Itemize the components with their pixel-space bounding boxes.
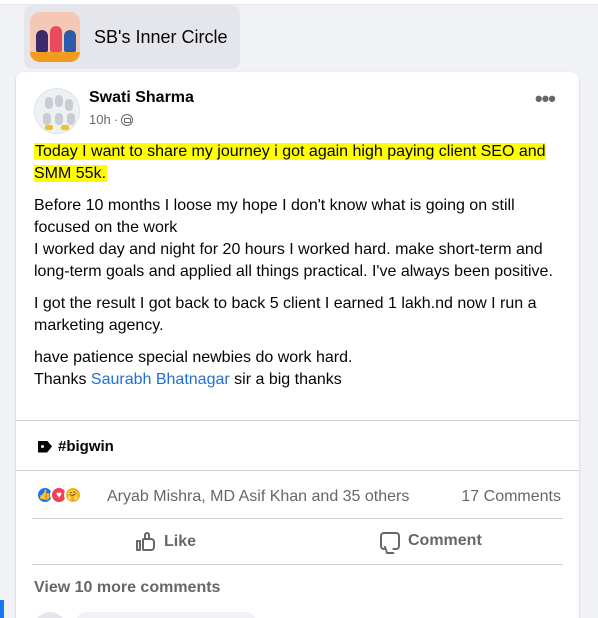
care-reaction-icon: 🤗 xyxy=(64,486,82,504)
highlighted-text: Today I want to share my journey i got a… xyxy=(34,143,546,182)
reaction-summary[interactable]: Aryab Mishra, MD Asif Khan and 35 others xyxy=(107,488,409,506)
comment-button[interactable]: Comment xyxy=(380,532,482,550)
comments-count[interactable]: 17 Comments xyxy=(461,488,561,506)
commenter-avatar[interactable] xyxy=(34,612,66,618)
meta-separator: · xyxy=(113,112,119,127)
post-time[interactable]: 10h xyxy=(89,112,111,127)
author-name[interactable]: Swati Sharma xyxy=(89,89,194,107)
mention-link[interactable]: Saurabh Bhatnagar xyxy=(91,371,230,388)
post-paragraph-2: I got the result I got back to back 5 cl… xyxy=(34,295,537,334)
comment-label: Comment xyxy=(408,532,482,549)
post-body: Today I want to share my journey i got a… xyxy=(34,141,564,391)
audience-icon[interactable] xyxy=(121,113,134,126)
post-paragraph-3-line-2: Thanks Saurabh Bhatnagar sir a big thank… xyxy=(34,369,564,391)
group-avatar[interactable] xyxy=(30,12,80,62)
divider xyxy=(32,564,563,565)
group-name[interactable]: SB's Inner Circle xyxy=(94,27,227,48)
more-options-icon[interactable]: ••• xyxy=(535,88,556,110)
post-highlight-paragraph: Today I want to share my journey i got a… xyxy=(34,141,564,185)
thanks-prefix: Thanks xyxy=(34,371,91,388)
post-paragraph-1: Before 10 months I loose my hope I don't… xyxy=(34,197,553,280)
divider xyxy=(32,518,563,519)
post-paragraph-3: have patience special newbies do work ha… xyxy=(34,347,564,391)
thanks-suffix: sir a big thanks xyxy=(229,371,342,388)
reaction-icons[interactable]: 👍 ♥ 🤗 xyxy=(36,486,82,504)
comment-bubble-icon xyxy=(380,532,400,550)
left-accent-bar xyxy=(0,600,4,618)
divider xyxy=(16,470,579,471)
comment-bubble xyxy=(76,612,256,618)
thumbs-up-icon xyxy=(136,532,156,552)
like-button[interactable]: Like xyxy=(136,532,196,552)
post-meta: 10h · xyxy=(89,112,134,127)
group-header[interactable]: SB's Inner Circle xyxy=(24,5,240,69)
like-label: Like xyxy=(164,533,197,550)
view-more-comments-link[interactable]: View 10 more comments xyxy=(34,579,220,597)
post-paragraph-3-line-1: have patience special newbies do work ha… xyxy=(34,349,353,366)
hashtag-label[interactable]: #bigwin xyxy=(58,438,114,455)
tag-icon xyxy=(38,440,52,453)
hashtag-row[interactable]: #bigwin xyxy=(38,438,114,455)
post-card: Swati Sharma 10h · ••• Today I want to s… xyxy=(16,72,579,618)
author-avatar[interactable] xyxy=(34,88,80,134)
divider xyxy=(16,420,579,421)
